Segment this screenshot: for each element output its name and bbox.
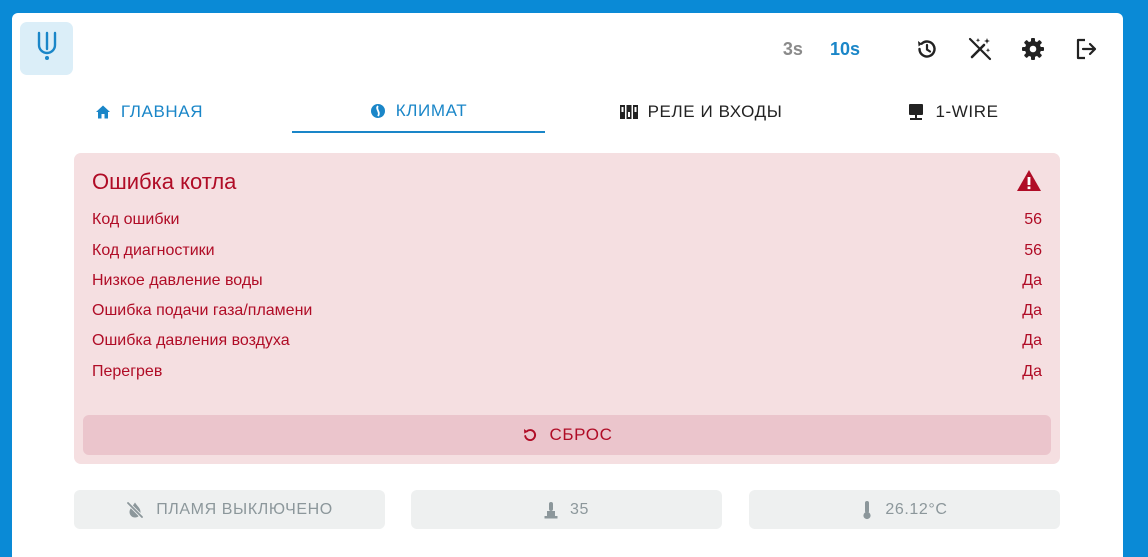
interval-10s-button[interactable]: 10s xyxy=(830,39,860,60)
tab-relays-inputs[interactable]: РЕЛЕ И ВХОДЫ xyxy=(576,91,826,133)
error-row-value: Да xyxy=(1022,363,1042,380)
topbar-actions: 3s 10s xyxy=(783,35,1099,63)
reset-button-label: СБРОС xyxy=(549,425,613,444)
error-row-value: 56 xyxy=(1024,242,1042,259)
tab-label: ГЛАВНАЯ xyxy=(120,102,204,121)
warning-icon xyxy=(1016,169,1042,197)
boiler-error-card: Ошибка котла Код ошибки 56 Код диагности… xyxy=(74,153,1060,464)
thermometer-icon xyxy=(861,500,873,520)
main-panel: 3s 10s ГЛАВНАЯ КЛИМАТ РЕЛЕ И ВХОДЫ 1-WIR… xyxy=(12,13,1123,557)
tab-home[interactable]: ГЛАВНАЯ xyxy=(38,91,260,133)
error-row-air-pressure-error: Ошибка давления воздуха Да xyxy=(92,332,1042,354)
error-row-overheat: Перегрев Да xyxy=(92,363,1042,385)
tab-label: РЕЛЕ И ВХОДЫ xyxy=(647,102,783,121)
error-row-diagnostic-code: Код диагностики 56 xyxy=(92,242,1042,264)
magic-wand-off-icon[interactable] xyxy=(967,36,993,62)
tab-label: КЛИМАТ xyxy=(395,101,468,120)
error-row-label: Перегрев xyxy=(92,363,163,380)
relay-icon xyxy=(619,104,638,120)
monitor-icon xyxy=(907,103,925,121)
climate-icon xyxy=(370,103,386,119)
temperature-chip: 26.12°C xyxy=(749,490,1060,529)
error-card-title: Ошибка котла xyxy=(92,169,237,194)
fire-off-icon xyxy=(126,501,144,519)
water-heater-chip: 35 xyxy=(411,490,722,529)
reset-button[interactable]: СБРОС xyxy=(83,415,1051,455)
error-row-label: Ошибка подачи газа/пламени xyxy=(92,302,313,319)
tab-climate[interactable]: КЛИМАТ xyxy=(292,91,545,133)
history-icon[interactable] xyxy=(914,36,940,62)
error-row-label: Ошибка давления воздуха xyxy=(92,332,290,349)
interval-3s-button[interactable]: 3s xyxy=(783,39,803,60)
water-heater-icon xyxy=(544,501,558,519)
water-heater-value: 35 xyxy=(570,500,589,518)
error-row-value: 56 xyxy=(1024,211,1042,228)
tab-1-wire[interactable]: 1-WIRE xyxy=(858,91,1048,133)
error-row-value: Да xyxy=(1022,302,1042,319)
error-row-error-code: Код ошибки 56 xyxy=(92,211,1042,233)
logout-icon[interactable] xyxy=(1073,36,1099,62)
error-row-label: Код диагностики xyxy=(92,242,215,259)
reset-icon xyxy=(522,427,538,443)
temperature-value: 26.12°C xyxy=(885,500,948,518)
error-row-gas-flame-error: Ошибка подачи газа/пламени Да xyxy=(92,302,1042,324)
flame-status-label: ПЛАМЯ ВЫКЛЮЧЕНО xyxy=(156,500,333,518)
error-row-label: Код ошибки xyxy=(92,211,180,228)
home-icon xyxy=(95,104,111,120)
flame-status-chip: ПЛАМЯ ВЫКЛЮЧЕНО xyxy=(74,490,385,529)
tab-label: 1-WIRE xyxy=(935,102,999,121)
error-row-label: Низкое давление воды xyxy=(92,272,263,289)
error-row-value: Да xyxy=(1022,272,1042,289)
error-row-low-water-pressure: Низкое давление воды Да xyxy=(92,272,1042,294)
tab-bar: ГЛАВНАЯ КЛИМАТ РЕЛЕ И ВХОДЫ 1-WIRE xyxy=(38,91,1038,133)
error-row-value: Да xyxy=(1022,332,1042,349)
tuning-fork-logo-icon xyxy=(34,30,60,67)
gear-icon[interactable] xyxy=(1020,36,1046,62)
logo[interactable] xyxy=(20,22,73,75)
